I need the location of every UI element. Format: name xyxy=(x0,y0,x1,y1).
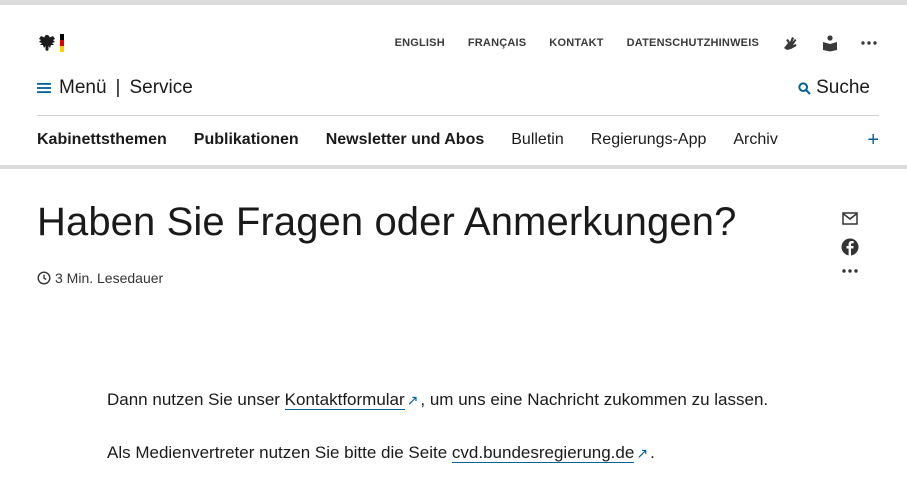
nav-bottom-border xyxy=(0,165,907,169)
menu-button[interactable]: Menü xyxy=(59,77,107,99)
search-label: Suche xyxy=(816,77,870,98)
eagle-icon xyxy=(39,35,55,51)
more-icon[interactable] xyxy=(861,41,877,45)
read-time-label: 3 Min. Lesedauer xyxy=(55,270,164,286)
search-button[interactable]: Suche xyxy=(798,77,870,99)
utility-link-kontakt[interactable]: KONTAKT xyxy=(549,37,603,49)
sign-language-icon[interactable] xyxy=(781,34,799,52)
federal-eagle-logo[interactable] xyxy=(37,32,67,54)
cvd-link[interactable]: cvd.bundesregierung.de xyxy=(451,443,635,463)
flag-bar-icon xyxy=(60,34,64,52)
top-border xyxy=(0,0,907,5)
main-nav: Kabinettsthemen Publikationen Newsletter… xyxy=(37,126,879,154)
utility-link-francais[interactable]: FRANÇAIS xyxy=(468,37,526,49)
nav-item-publikationen[interactable]: Publikationen xyxy=(194,131,299,149)
mail-icon[interactable] xyxy=(838,212,862,225)
nav-item-kabinettsthemen[interactable]: Kabinettsthemen xyxy=(37,131,167,149)
utility-link-datenschutz[interactable]: DATENSCHUTZHINWEIS xyxy=(627,37,759,49)
share-toolbar xyxy=(838,212,862,286)
external-link-icon: ↗ xyxy=(406,392,419,408)
nav-item-newsletter[interactable]: Newsletter und Abos xyxy=(326,131,485,149)
paragraph-text: , um uns eine Nachricht zukommen zu lass… xyxy=(420,390,769,409)
nav-item-archiv[interactable]: Archiv xyxy=(733,131,777,149)
header-divider xyxy=(37,115,879,116)
menu-separator: | xyxy=(115,77,121,98)
search-icon xyxy=(798,81,811,95)
utility-link-english[interactable]: ENGLISH xyxy=(395,37,445,49)
external-link-icon: ↗ xyxy=(636,445,649,461)
article-body: Dann nutzen Sie unser Kontaktformular ↗, … xyxy=(107,389,768,495)
contact-form-link[interactable]: Kontaktformular xyxy=(284,390,405,410)
utility-nav: ENGLISH FRANÇAIS KONTAKT DATENSCHUTZHINW… xyxy=(372,32,877,54)
nav-item-bulletin[interactable]: Bulletin xyxy=(511,131,563,149)
easy-language-icon[interactable] xyxy=(821,34,839,52)
facebook-icon[interactable] xyxy=(838,238,862,256)
paragraph-contact-form: Dann nutzen Sie unser Kontaktformular ↗, … xyxy=(107,389,768,411)
nav-item-regierungs-app[interactable]: Regierungs-App xyxy=(591,131,707,149)
menu-group: Menü | Service xyxy=(37,77,193,99)
more-icon[interactable] xyxy=(838,269,862,273)
nav-expand-plus-icon[interactable]: + xyxy=(867,129,879,152)
paragraph-text: . xyxy=(650,443,655,462)
paragraph-text: Dann nutzen Sie unser xyxy=(107,390,285,409)
service-button[interactable]: Service xyxy=(129,77,192,99)
paragraph-media: Als Medienvertreter nutzen Sie bitte die… xyxy=(107,442,768,464)
clock-icon xyxy=(37,271,51,285)
hamburger-icon[interactable] xyxy=(37,82,51,94)
header-menu-row: Menü | Service Suche xyxy=(37,72,870,104)
read-time: 3 Min. Lesedauer xyxy=(37,270,163,286)
page-title: Haben Sie Fragen oder Anmerkungen? xyxy=(37,200,737,244)
paragraph-text: Als Medienvertreter nutzen Sie bitte die… xyxy=(107,443,452,462)
